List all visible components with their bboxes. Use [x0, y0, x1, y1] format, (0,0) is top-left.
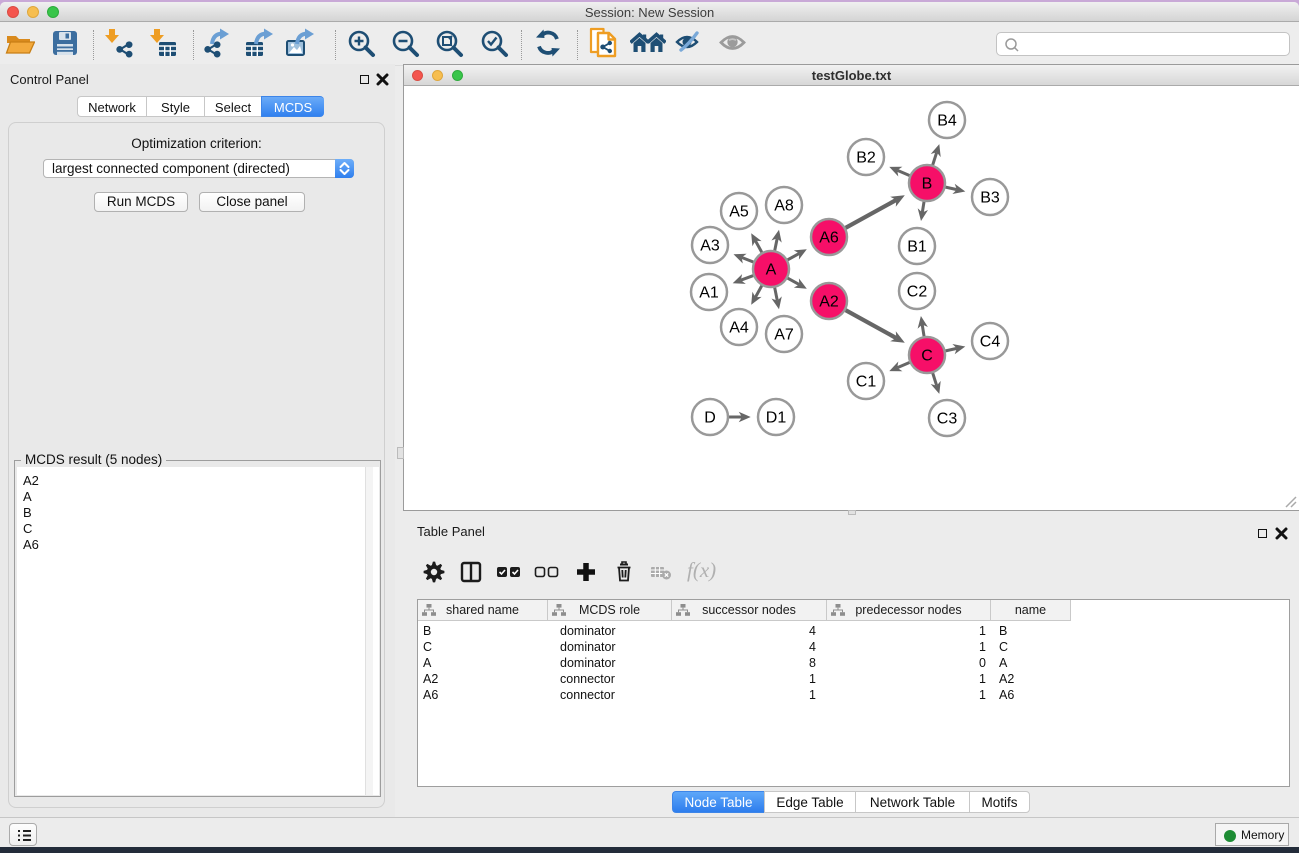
svg-text:A: A [766, 262, 777, 279]
svg-text:A1: A1 [699, 285, 719, 302]
svg-text:C3: C3 [937, 411, 958, 428]
svg-text:C1: C1 [856, 374, 877, 391]
svg-text:A2: A2 [819, 294, 839, 311]
svg-text:A7: A7 [774, 327, 794, 344]
svg-text:C4: C4 [980, 334, 1001, 351]
svg-text:B2: B2 [856, 150, 876, 167]
svg-text:A6: A6 [819, 230, 839, 247]
svg-text:B1: B1 [907, 239, 927, 256]
svg-text:B: B [922, 176, 933, 193]
svg-text:A5: A5 [729, 204, 749, 221]
svg-text:A8: A8 [774, 198, 794, 215]
svg-text:C2: C2 [907, 284, 928, 301]
svg-text:D1: D1 [766, 410, 787, 427]
svg-text:B4: B4 [937, 113, 957, 130]
svg-text:A4: A4 [729, 320, 749, 337]
svg-text:D: D [704, 410, 716, 427]
svg-text:C: C [921, 348, 933, 365]
svg-text:A3: A3 [700, 238, 720, 255]
svg-text:B3: B3 [980, 190, 1000, 207]
